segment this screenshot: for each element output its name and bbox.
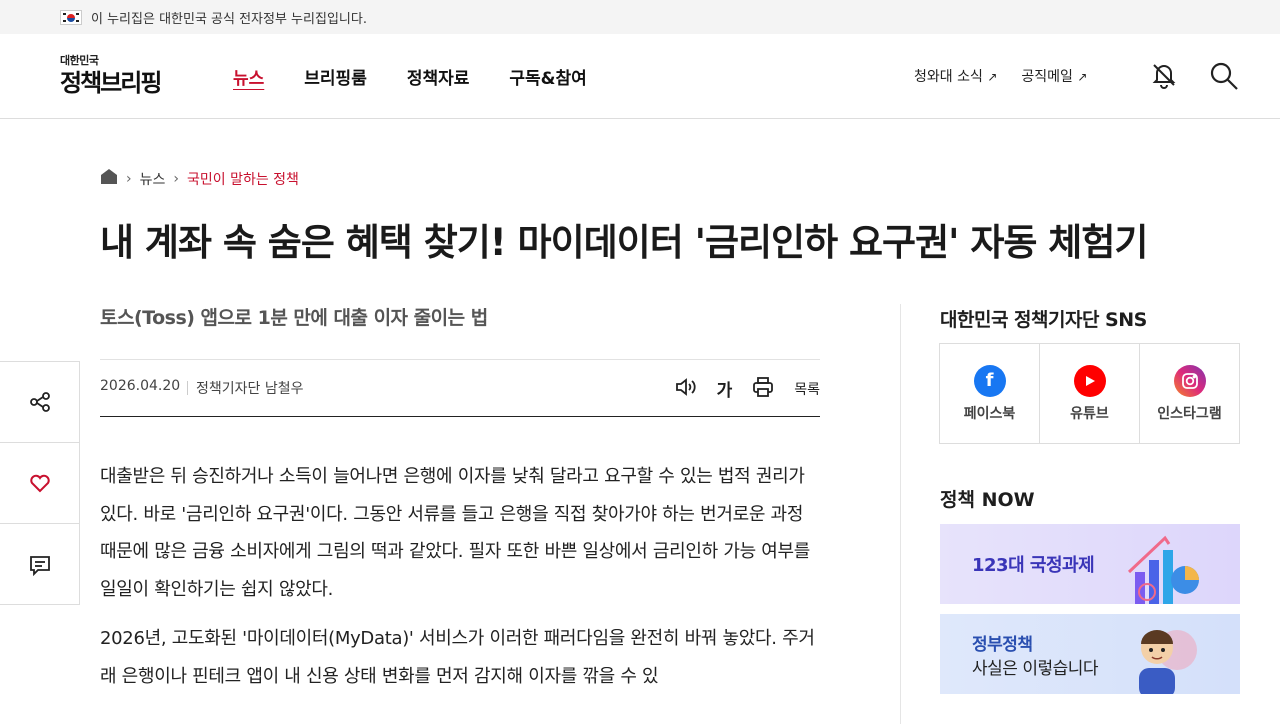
meta-divider <box>187 381 188 395</box>
external-link-icon: ↗ <box>987 70 998 84</box>
sns-links: f 페이스북 유튜브 인스타그램 <box>939 343 1240 444</box>
font-size-button[interactable]: 가 <box>717 376 733 401</box>
government-notice-bar: 이 누리집은 대한민국 공식 전자정부 누리집입니다. <box>0 0 1280 34</box>
policy-now-title: 정책 NOW <box>940 489 1035 511</box>
logo-small-text: 대한민국 <box>60 54 99 67</box>
heart-icon <box>29 474 50 493</box>
site-logo[interactable]: 대한민국 정책브리핑 <box>60 52 180 102</box>
article-body: 대출받은 뒤 승진하거나 소득이 늘어나면 은행에 이자를 낮춰 달라고 요구할… <box>100 458 820 707</box>
floating-action-panel <box>0 361 80 605</box>
sns-label: 유튜브 <box>1070 405 1109 422</box>
share-icon <box>29 392 50 412</box>
sns-label: 페이스북 <box>963 405 1016 422</box>
chart-illustration-icon <box>1127 535 1199 604</box>
external-link-icon: ↗ <box>1077 70 1088 84</box>
banner-text: 정부정책 <box>972 635 1033 655</box>
banner-text: 사실은 이렇습니다 <box>972 659 1099 679</box>
instagram-icon <box>1173 364 1206 397</box>
article-subtitle: 토스(Toss) 앱으로 1분 만에 대출 이자 줄이는 법 <box>100 307 488 329</box>
list-button[interactable]: 목록 <box>794 379 820 399</box>
article-meta-bar: 2026.04.20 정책기자단 남철우 가 목록 <box>100 359 820 417</box>
home-icon[interactable] <box>100 168 118 189</box>
util-link-cheongwadae[interactable]: 청와대 소식 ↗ <box>914 66 997 86</box>
nav-item-briefing-room[interactable]: 브리핑룸 <box>304 64 367 89</box>
util-link-official-mail[interactable]: 공직메일 ↗ <box>1021 66 1087 86</box>
article-paragraph: 2026년, 고도화된 '마이데이터(MyData)' 서비스가 이러한 패러다… <box>100 628 815 687</box>
youtube-icon <box>1073 364 1106 397</box>
sns-label: 인스타그램 <box>1157 405 1222 422</box>
sns-youtube-link[interactable]: 유튜브 <box>1040 344 1140 443</box>
site-header: 대한민국 정책브리핑 뉴스 브리핑룸 정책자료 구독&참여 청와대 소식 ↗ 공… <box>0 34 1280 119</box>
print-icon[interactable] <box>752 376 774 401</box>
banner-text: 123대 국정과제 <box>972 555 1095 576</box>
article-title: 내 계좌 속 숨은 혜택 찾기! 마이데이터 '금리인하 요구권' 자동 체험기 <box>100 221 1148 264</box>
breadcrumb-news[interactable]: 뉴스 <box>140 169 166 189</box>
search-icon[interactable] <box>1209 61 1239 91</box>
logo-main-text: 정책브리핑 <box>60 69 162 97</box>
korea-flag-icon <box>60 9 82 25</box>
nav-item-subscribe[interactable]: 구독&참여 <box>509 64 586 89</box>
breadcrumb-current[interactable]: 국민이 말하는 정책 <box>187 169 299 189</box>
article-date: 2026.04.20 <box>100 378 181 394</box>
nav-item-news[interactable]: 뉴스 <box>233 64 264 89</box>
banner-national-tasks[interactable]: 123대 국정과제 <box>940 524 1240 604</box>
share-button[interactable] <box>0 362 79 443</box>
article-paragraph: 대출받은 뒤 승진하거나 소득이 늘어나면 은행에 이자를 낮춰 달라고 요구할… <box>100 466 811 600</box>
government-notice-text: 이 누리집은 대한민국 공식 전자정부 누리집입니다. <box>91 11 367 27</box>
comment-icon <box>29 555 50 576</box>
main-navigation: 뉴스 브리핑룸 정책자료 구독&참여 <box>233 64 587 89</box>
notification-off-icon[interactable] <box>1150 61 1178 89</box>
sns-section-title: 대한민국 정책기자단 SNS <box>940 309 1147 331</box>
sns-facebook-link[interactable]: f 페이스북 <box>940 344 1040 443</box>
nav-item-policy-materials[interactable]: 정책자료 <box>407 64 470 89</box>
utility-links: 청와대 소식 ↗ 공직메일 ↗ <box>914 66 1087 86</box>
speaker-icon[interactable] <box>675 377 697 401</box>
character-illustration-icon <box>1139 630 1197 694</box>
like-button[interactable] <box>0 443 79 524</box>
facebook-icon: f <box>973 364 1006 397</box>
article-tools: 가 목록 <box>675 376 820 401</box>
breadcrumb: › 뉴스 › 국민이 말하는 정책 <box>100 168 299 189</box>
article-author: 정책기자단 남철우 <box>196 381 304 397</box>
sidebar-divider <box>900 304 901 724</box>
chevron-right-icon: › <box>173 170 179 187</box>
banner-policy-facts[interactable]: 정부정책 사실은 이렇습니다 <box>940 614 1240 694</box>
chevron-right-icon: › <box>126 170 132 187</box>
sns-instagram-link[interactable]: 인스타그램 <box>1140 344 1239 443</box>
comment-button[interactable] <box>0 524 79 605</box>
